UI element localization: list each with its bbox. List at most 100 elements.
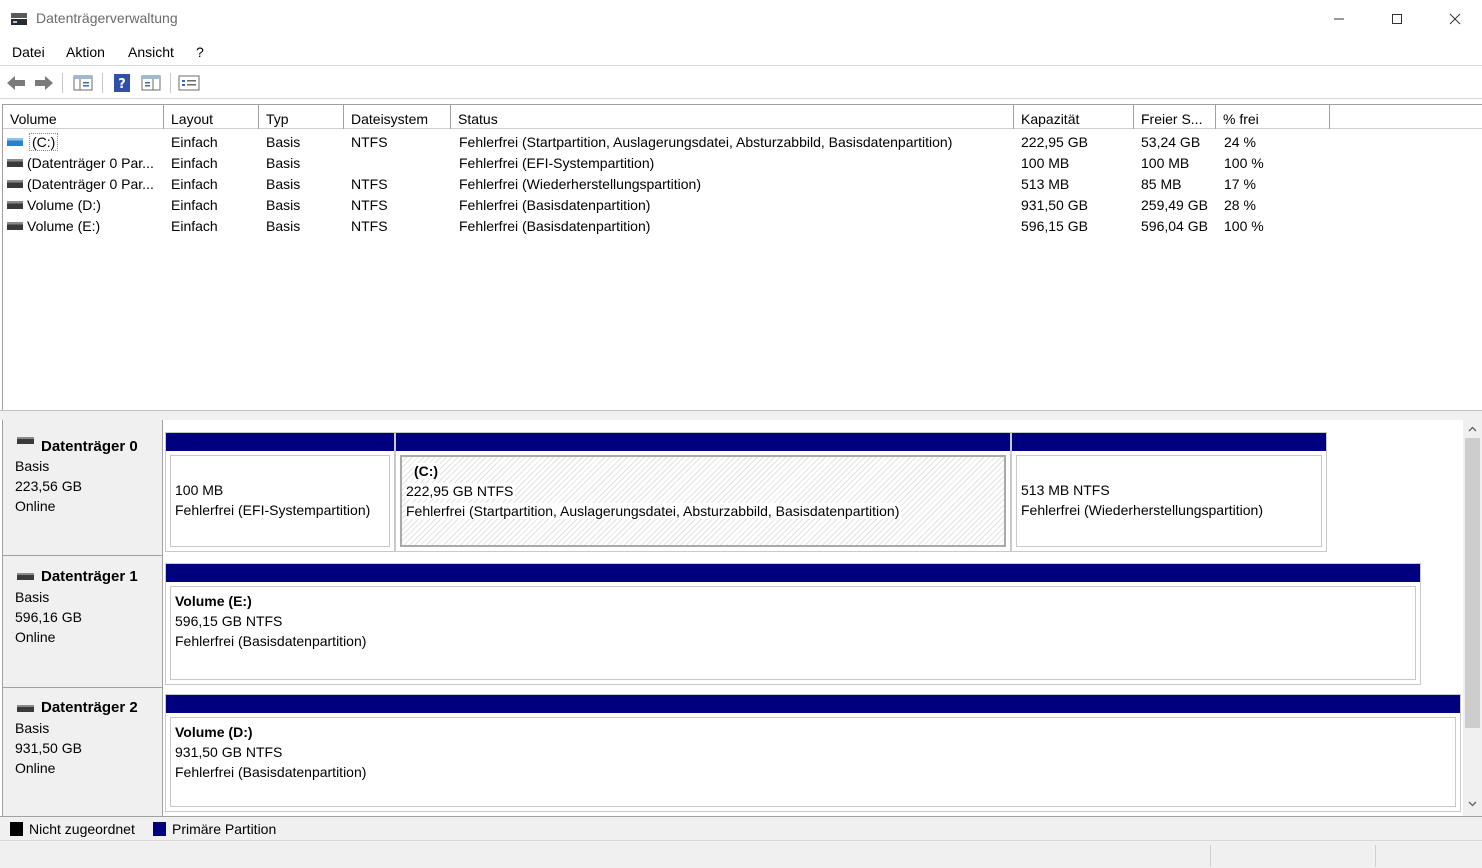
volume-name: (C:) bbox=[29, 133, 59, 151]
volume-row[interactable]: (C:) Einfach Basis NTFS Fehlerfrei (Star… bbox=[3, 132, 1482, 153]
volume-name: (Datenträger 0 Par... bbox=[27, 155, 154, 171]
volume-filesystem: NTFS bbox=[351, 176, 388, 192]
pane-splitter[interactable] bbox=[0, 410, 1482, 420]
back-button[interactable] bbox=[5, 72, 27, 94]
volume-row[interactable]: Volume (E:) Einfach Basis NTFS Fehlerfre… bbox=[3, 216, 1482, 237]
disk-drive-icon bbox=[17, 573, 34, 580]
partition-d[interactable]: Volume (D:) 931,50 GB NTFS Fehlerfrei (B… bbox=[165, 694, 1461, 812]
legend-primary-swatch bbox=[153, 822, 166, 836]
help-button[interactable]: ? bbox=[111, 72, 133, 94]
volume-row[interactable]: (Datenträger 0 Par... Einfach Basis NTFS… bbox=[3, 174, 1482, 195]
volume-row[interactable]: (Datenträger 0 Par... Einfach Basis Fehl… bbox=[3, 153, 1482, 174]
menu-view[interactable]: Ansicht bbox=[128, 44, 174, 60]
volume-icon bbox=[7, 201, 23, 209]
volume-free-space: 259,49 GB bbox=[1141, 197, 1208, 213]
scroll-down-icon[interactable] bbox=[1467, 798, 1478, 809]
volume-filesystem: NTFS bbox=[351, 197, 388, 213]
volume-list[interactable]: Volume Layout Typ Dateisystem Status Kap… bbox=[2, 104, 1482, 410]
disk-size: 223,56 GB bbox=[15, 478, 82, 494]
volume-icon bbox=[7, 222, 23, 230]
disk-0-label[interactable]: Datenträger 0 Basis 223,56 GB Online bbox=[3, 420, 163, 556]
disk-type: Basis bbox=[15, 720, 50, 736]
console-tree-icon bbox=[73, 75, 93, 91]
menu-help[interactable]: ? bbox=[196, 44, 204, 60]
disk-name: Datenträger 1 bbox=[41, 568, 138, 585]
volume-name: Volume (D:) bbox=[27, 197, 101, 213]
partition-size: 100 MB bbox=[175, 482, 224, 498]
partition-body: Volume (E:) 596,15 GB NTFS Fehlerfrei (B… bbox=[170, 586, 1416, 680]
menu-file[interactable]: Datei bbox=[12, 44, 45, 60]
volume-capacity: 596,15 GB bbox=[1021, 218, 1088, 234]
volume-status: Fehlerfrei (EFI-Systempartition) bbox=[459, 155, 655, 171]
status-bar bbox=[0, 840, 1482, 868]
console-tree-button[interactable] bbox=[72, 72, 94, 94]
volume-layout: Einfach bbox=[171, 197, 218, 213]
volume-free-space: 85 MB bbox=[1141, 176, 1182, 192]
partition-efi[interactable]: 100 MB Fehlerfrei (EFI-Systempartition) bbox=[165, 432, 395, 552]
volume-type: Basis bbox=[266, 155, 301, 171]
volume-icon bbox=[7, 138, 23, 146]
column-header-volume[interactable]: Volume bbox=[3, 105, 164, 129]
legend-unallocated-label: Nicht zugeordnet bbox=[29, 821, 135, 837]
properties-button[interactable] bbox=[178, 72, 200, 94]
volume-status: Fehlerfrei (Basisdatenpartition) bbox=[459, 197, 651, 213]
partition-body: Volume (D:) 931,50 GB NTFS Fehlerfrei (B… bbox=[170, 717, 1456, 807]
disk-type: Basis bbox=[15, 589, 50, 605]
partition-type-bar bbox=[396, 433, 1010, 451]
volume-status: Fehlerfrei (Basisdatenpartition) bbox=[459, 218, 651, 234]
volume-capacity: 100 MB bbox=[1021, 155, 1070, 171]
partition-recovery[interactable]: 513 MB NTFS Fehlerfrei (Wiederherstellun… bbox=[1011, 432, 1327, 552]
disk-management-app-icon bbox=[11, 13, 27, 25]
disk-1-label[interactable]: Datenträger 1 Basis 596,16 GB Online bbox=[3, 556, 163, 688]
volume-row[interactable]: Volume (D:) Einfach Basis NTFS Fehlerfre… bbox=[3, 195, 1482, 216]
column-header-layout[interactable]: Layout bbox=[164, 105, 259, 129]
partition-title: Volume (D:) bbox=[175, 724, 253, 740]
show-pane-icon bbox=[141, 75, 161, 91]
disk-name: Datenträger 2 bbox=[41, 699, 138, 716]
partition-e[interactable]: Volume (E:) 596,15 GB NTFS Fehlerfrei (B… bbox=[165, 563, 1421, 685]
volume-status: Fehlerfrei (Startpartition, Auslagerungs… bbox=[459, 134, 953, 150]
partition-body: 513 MB NTFS Fehlerfrei (Wiederherstellun… bbox=[1016, 455, 1322, 547]
disk-size: 596,16 GB bbox=[15, 609, 82, 625]
disk-pane-scrollbar[interactable] bbox=[1463, 420, 1482, 816]
volume-type: Basis bbox=[266, 176, 301, 192]
close-icon bbox=[1449, 13, 1461, 25]
partition-title: Volume (E:) bbox=[175, 593, 252, 609]
partition-type-bar bbox=[166, 433, 394, 451]
column-header-filesystem[interactable]: Dateisystem bbox=[344, 105, 451, 129]
partition-c[interactable]: (C:) 222,95 GB NTFS Fehlerfrei (Startpar… bbox=[395, 432, 1011, 552]
partition-body: (C:) 222,95 GB NTFS Fehlerfrei (Startpar… bbox=[400, 455, 1006, 547]
properties-icon bbox=[178, 75, 200, 91]
disk-state: Online bbox=[15, 760, 56, 776]
disk-drive-icon bbox=[17, 705, 34, 712]
column-header-free-space[interactable]: Freier S... bbox=[1134, 105, 1216, 129]
volume-layout: Einfach bbox=[171, 176, 218, 192]
forward-arrow-icon bbox=[35, 76, 53, 90]
partition-status: Fehlerfrei (Basisdatenpartition) bbox=[175, 764, 367, 780]
volume-icon bbox=[7, 159, 23, 167]
volume-capacity: 931,50 GB bbox=[1021, 197, 1088, 213]
disk-name: Datenträger 0 bbox=[41, 438, 138, 455]
volume-name: (Datenträger 0 Par... bbox=[27, 176, 154, 192]
volume-capacity: 222,95 GB bbox=[1021, 134, 1088, 150]
toolbar: ? bbox=[0, 67, 1482, 99]
forward-button[interactable] bbox=[33, 72, 55, 94]
partition-body: 100 MB Fehlerfrei (EFI-Systempartition) bbox=[170, 455, 390, 547]
close-button[interactable] bbox=[1426, 0, 1482, 38]
scroll-up-icon[interactable] bbox=[1467, 424, 1478, 435]
maximize-button[interactable] bbox=[1368, 0, 1426, 38]
partition-type-bar bbox=[166, 564, 1420, 582]
column-header-type[interactable]: Typ bbox=[259, 105, 344, 129]
show-pane-button[interactable] bbox=[140, 72, 162, 94]
volume-percent-free: 24 % bbox=[1224, 134, 1256, 150]
column-header-capacity[interactable]: Kapazität bbox=[1014, 105, 1134, 129]
partition-status: Fehlerfrei (Wiederherstellungspartition) bbox=[1021, 502, 1263, 518]
menu-action[interactable]: Aktion bbox=[66, 44, 105, 60]
disk-2-label[interactable]: Datenträger 2 Basis 931,50 GB Online bbox=[3, 688, 163, 816]
column-header-status[interactable]: Status bbox=[451, 105, 1014, 129]
minimize-button[interactable] bbox=[1310, 0, 1368, 38]
disk-size: 931,50 GB bbox=[15, 740, 82, 756]
volume-percent-free: 100 % bbox=[1224, 218, 1264, 234]
column-header-percent-free[interactable]: % frei bbox=[1216, 105, 1330, 129]
scrollbar-thumb[interactable] bbox=[1465, 438, 1480, 728]
